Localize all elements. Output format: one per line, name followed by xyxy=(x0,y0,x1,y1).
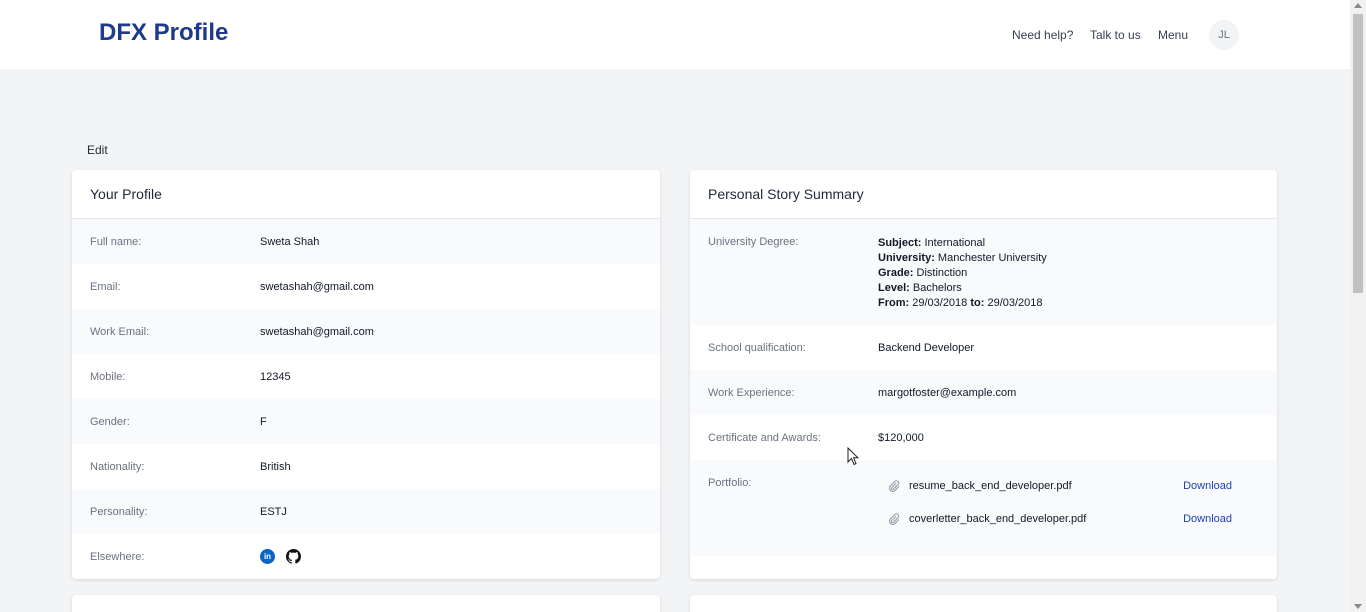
story-value: $120,000 xyxy=(878,432,924,444)
need-help-link[interactable]: Need help? xyxy=(1012,28,1073,42)
page-scrollbar[interactable] xyxy=(1350,0,1366,612)
social-links: in xyxy=(260,549,301,564)
story-label: Certificate and Awards: xyxy=(708,432,821,444)
mouse-cursor-icon xyxy=(847,447,859,466)
from-key: From: xyxy=(878,297,910,309)
user-avatar[interactable]: JL xyxy=(1209,20,1239,50)
profile-label: Elsewhere: xyxy=(90,551,145,563)
story-row-work: Work Experience: margotfoster@example.co… xyxy=(690,370,1277,415)
grade-value: Distinction xyxy=(916,267,968,279)
profile-value: 12345 xyxy=(260,371,291,383)
grade-key: Grade: xyxy=(878,267,914,279)
profile-row-nationality: Nationality: British xyxy=(72,444,660,489)
story-row-school: School qualification: Backend Developer xyxy=(690,325,1277,370)
profile-card-title: Your Profile xyxy=(72,170,660,219)
profile-row-mobile: Mobile: 12345 xyxy=(72,354,660,399)
profile-label: Full name: xyxy=(90,236,142,248)
profile-value: ESTJ xyxy=(260,506,287,518)
brand-title[interactable]: DFX Profile xyxy=(99,19,228,47)
profile-label: Gender: xyxy=(90,416,130,428)
story-card: Personal Story Summary University Degree… xyxy=(690,170,1277,579)
profile-row-email: Email: swetashah@gmail.com xyxy=(72,264,660,309)
linkedin-icon[interactable]: in xyxy=(260,549,275,564)
subject-value: International xyxy=(924,237,986,249)
story-label: University Degree: xyxy=(708,236,799,248)
level-value: Bachelors xyxy=(912,282,962,294)
profile-row-personality: Personality: ESTJ xyxy=(72,489,660,534)
profile-card: Your Profile Full name: Sweta Shah Email… xyxy=(72,170,660,579)
scroll-up-arrow[interactable] xyxy=(1354,3,1362,8)
profile-label: Personality: xyxy=(90,506,148,518)
profile-row-gender: Gender: F xyxy=(72,399,660,444)
next-card-left xyxy=(72,595,660,612)
portfolio-file-name[interactable]: resume_back_end_developer.pdf xyxy=(909,480,1183,492)
profile-value: swetashah@gmail.com xyxy=(260,281,374,293)
story-value: Backend Developer xyxy=(878,342,975,354)
to-key: to: xyxy=(970,297,985,309)
download-link[interactable]: Download xyxy=(1183,513,1232,525)
profile-value: British xyxy=(260,461,291,473)
download-link[interactable]: Download xyxy=(1183,480,1232,492)
degree-details: Subject: International University: Manch… xyxy=(878,236,1047,311)
story-row-degree: University Degree: Subject: Internationa… xyxy=(690,219,1277,325)
story-value: margotfoster@example.com xyxy=(878,387,1017,399)
university-key: University: xyxy=(878,252,935,264)
story-label: Portfolio: xyxy=(708,477,752,489)
profile-label: Work Email: xyxy=(90,326,150,338)
scrollbar-thumb[interactable] xyxy=(1353,14,1363,293)
scroll-down-arrow[interactable] xyxy=(1354,604,1362,609)
story-row-awards: Certificate and Awards: $120,000 xyxy=(690,415,1277,460)
story-row-portfolio: Portfolio: resume_back_end_developer.pdf… xyxy=(690,460,1277,556)
profile-label: Mobile: xyxy=(90,371,126,383)
portfolio-file: resume_back_end_developer.pdf Download xyxy=(878,469,1238,502)
story-label: Work Experience: xyxy=(708,387,795,399)
profile-row-full-name: Full name: Sweta Shah xyxy=(72,219,660,264)
profile-value: swetashah@gmail.com xyxy=(260,326,374,338)
portfolio-file: coverletter_back_end_developer.pdf Downl… xyxy=(878,502,1238,535)
from-value: 29/03/2018 xyxy=(912,297,968,309)
subject-key: Subject: xyxy=(878,237,922,249)
top-header: DFX Profile Need help? Talk to us Menu J… xyxy=(0,0,1350,69)
profile-row-elsewhere: Elsewhere: in xyxy=(72,534,660,579)
next-card-right xyxy=(690,595,1277,612)
level-key: Level: xyxy=(878,282,910,294)
story-label: School qualification: xyxy=(708,342,806,354)
menu-link[interactable]: Menu xyxy=(1158,28,1188,42)
to-value: 29/03/2018 xyxy=(987,297,1043,309)
profile-value: Sweta Shah xyxy=(260,236,320,248)
paperclip-icon xyxy=(888,479,900,492)
portfolio-file-list: resume_back_end_developer.pdf Download c… xyxy=(878,477,1238,535)
profile-label: Nationality: xyxy=(90,461,145,473)
profile-row-work-email: Work Email: swetashah@gmail.com xyxy=(72,309,660,354)
talk-to-us-link[interactable]: Talk to us xyxy=(1090,28,1141,42)
profile-label: Email: xyxy=(90,281,121,293)
edit-button[interactable]: Edit xyxy=(87,143,108,157)
github-icon[interactable] xyxy=(286,549,301,564)
profile-value: F xyxy=(260,416,267,428)
portfolio-file-name[interactable]: coverletter_back_end_developer.pdf xyxy=(909,513,1183,525)
paperclip-icon xyxy=(888,512,900,525)
university-value: Manchester University xyxy=(937,252,1047,264)
story-card-title: Personal Story Summary xyxy=(690,170,1277,219)
